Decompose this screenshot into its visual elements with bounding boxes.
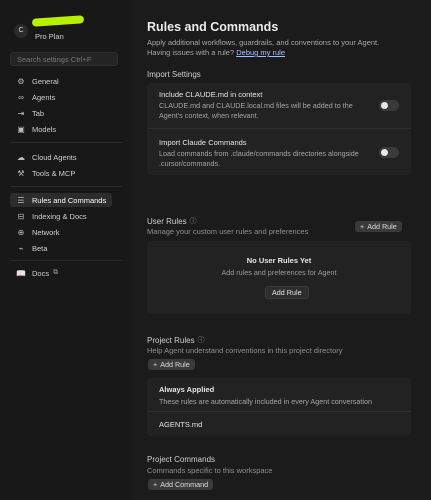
page-title: Rules and Commands — [147, 20, 279, 34]
import-settings-heading: Import Settings — [147, 70, 201, 79]
include-claude-md-desc: CLAUDE.md and CLAUDE.local.md files will… — [159, 101, 353, 120]
user-rules-heading: User Rules — [147, 216, 187, 226]
sidebar-divider — [10, 186, 122, 187]
sidebar-item-network[interactable]: ⊕ Network — [10, 225, 112, 239]
plus-icon: + — [360, 222, 365, 231]
always-applied-title: Always Applied — [159, 385, 215, 394]
tools-icon: ⚒ — [17, 168, 25, 178]
agents-md-file[interactable]: AGENTS.md — [159, 420, 202, 429]
page-description: Apply additional workflows, guardrails, … — [147, 38, 422, 58]
add-project-rule-button[interactable]: + Add Rule — [148, 359, 195, 370]
sidebar-item-label: Indexing & Docs — [32, 211, 87, 221]
gear-icon: ⚙ — [17, 76, 25, 86]
sidebar-item-tab[interactable]: ⇥ Tab — [10, 106, 112, 120]
user-rules-empty-title: No User Rules Yet — [246, 256, 312, 265]
user-rules-subtitle: Manage your custom user rules and prefer… — [147, 227, 309, 236]
sidebar-item-cloud-agents[interactable]: ☁ Cloud Agents — [10, 150, 112, 164]
sidebar-item-label: Cloud Agents — [32, 152, 77, 162]
infinity-icon: ∞ — [18, 92, 24, 102]
add-project-rule-label: Add Rule — [160, 360, 190, 369]
cube-icon: ▣ — [17, 124, 25, 134]
sidebar-item-beta[interactable]: ⌁ Beta — [10, 241, 112, 255]
sidebar-item-label: Beta — [32, 243, 48, 253]
sidebar-item-rules-and-commands[interactable]: ☰ Rules and Commands — [10, 193, 112, 207]
card-divider — [147, 128, 411, 129]
user-rules-empty-card: No User Rules Yet Add rules and preferen… — [147, 241, 411, 314]
import-claude-commands-desc: Load commands from .claude/commands dire… — [159, 149, 359, 168]
project-rules-subtitle: Help Agent understand conventions in thi… — [147, 346, 343, 355]
import-claude-commands-toggle[interactable] — [379, 147, 399, 158]
add-user-rule-label: Add Rule — [367, 222, 397, 231]
project-rules-heading-row: Project Rules ⓘ — [147, 335, 205, 345]
sidebar-item-label: Agents — [32, 92, 56, 102]
network-icon: ⊕ — [17, 227, 25, 237]
sidebar-item-agents[interactable]: ∞ Agents — [10, 90, 112, 104]
cloud-icon: ☁ — [17, 152, 25, 162]
sidebar-item-label: Tab — [32, 108, 45, 118]
add-command-button[interactable]: + Add Command — [148, 479, 214, 490]
avatar[interactable]: C — [14, 24, 28, 38]
add-command-label: Add Command — [160, 480, 209, 489]
include-claude-md-title: Include CLAUDE.md in context — [159, 90, 263, 99]
sidebar-item-label: Rules and Commands — [32, 195, 107, 205]
sidebar-item-tools-mcp[interactable]: ⚒ Tools & MCP — [10, 166, 112, 180]
sidebar-item-label: General — [32, 76, 59, 86]
sidebar-item-docs[interactable]: 📖 Docs ⧉ — [10, 266, 112, 280]
sidebar-item-models[interactable]: ▣ Models — [10, 122, 112, 136]
always-applied-subtitle: These rules are automatically included i… — [159, 397, 372, 406]
include-claude-md-toggle[interactable] — [379, 100, 399, 111]
info-icon[interactable]: ⓘ — [190, 216, 197, 226]
import-settings-card: Include CLAUDE.md in context CLAUDE.md a… — [147, 83, 411, 175]
always-applied-card: Always Applied These rules are automatic… — [147, 378, 411, 436]
debug-my-rule-link[interactable]: Debug my rule — [236, 48, 285, 57]
external-link-icon: ⧉ — [53, 269, 59, 276]
sidebar: C Pro Plan Search settings Ctrl+F ⚙ Gene… — [0, 0, 130, 500]
add-rule-button[interactable]: Add Rule — [265, 286, 309, 299]
sidebar-divider — [10, 142, 122, 143]
page-description-line: Apply additional workflows, guardrails, … — [147, 38, 380, 47]
search-placeholder: Search settings Ctrl+F — [17, 55, 92, 64]
user-rules-empty-subtitle: Add rules and preferences for Agent — [221, 268, 337, 277]
indexing-icon: ⊟ — [17, 211, 25, 221]
info-icon[interactable]: ⓘ — [198, 335, 205, 345]
plus-icon: + — [153, 480, 158, 489]
project-commands-subtitle: Commands specific to this workspace — [147, 466, 273, 475]
add-user-rule-button[interactable]: + Add Rule — [355, 221, 402, 232]
debug-prefix: Having issues with a rule? — [147, 48, 235, 57]
sidebar-item-label: Models — [32, 124, 57, 134]
sidebar-divider — [10, 260, 122, 261]
project-commands-heading: Project Commands — [147, 455, 216, 464]
sidebar-item-indexing-docs[interactable]: ⊟ Indexing & Docs — [10, 209, 112, 223]
main-panel: Rules and Commands Apply additional work… — [137, 0, 431, 500]
tab-arrow-icon: ⇥ — [17, 108, 25, 118]
project-rules-heading: Project Rules — [147, 335, 195, 345]
user-rules-heading-row: User Rules ⓘ — [147, 216, 197, 226]
plan-label: Pro Plan — [35, 32, 64, 41]
sidebar-item-label: Docs — [32, 268, 50, 278]
rules-icon: ☰ — [17, 195, 25, 205]
search-input[interactable]: Search settings Ctrl+F — [10, 52, 118, 66]
card-divider — [147, 411, 411, 412]
book-icon: 📖 — [16, 268, 26, 278]
sidebar-item-general[interactable]: ⚙ General — [10, 74, 112, 88]
import-claude-commands-title: Import Claude Commands — [159, 138, 247, 147]
sidebar-item-label: Network — [32, 227, 60, 237]
beta-icon: ⌁ — [18, 243, 24, 253]
page-description-line-2: Having issues with a rule? Debug my rule — [147, 48, 422, 58]
redacted-user-name — [31, 15, 85, 27]
sidebar-item-label: Tools & MCP — [32, 168, 76, 178]
plus-icon: + — [153, 360, 158, 369]
